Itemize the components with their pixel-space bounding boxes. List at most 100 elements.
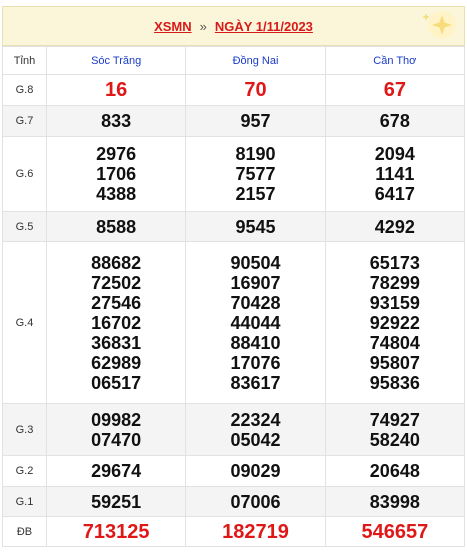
province-header: Cần Thơ: [324, 46, 466, 75]
prize-row: G.5 8588 9545 4292: [2, 211, 466, 242]
prize-number: 44044: [230, 312, 281, 333]
prize-number: 83617: [230, 372, 281, 393]
prize-cell: 65173 78299 93159 92922 74804 95807 95836: [324, 241, 466, 404]
prize-label: G.2: [2, 455, 47, 487]
prize-number: 957: [240, 111, 271, 131]
prize-number: 20648: [369, 461, 420, 481]
prize-cell: 4292: [324, 211, 466, 242]
prize-number: 88410: [230, 332, 281, 353]
prize-number: 17076: [230, 352, 281, 373]
prize-number: 7577: [235, 164, 276, 184]
table-header-row: Tỉnh Sóc Trăng Đồng Nai Cần Thơ: [2, 46, 466, 75]
prize-row: G.2 29674 09029 20648: [2, 455, 466, 487]
prize-number: 83998: [369, 491, 420, 512]
province-label-header: Tỉnh: [2, 46, 47, 75]
prize-cell: 8190 7577 2157: [185, 136, 326, 212]
prize-label: G.1: [2, 486, 47, 517]
prize-number: 90504: [230, 252, 281, 273]
prize-number: 05042: [230, 429, 281, 450]
prize-number: 4292: [374, 216, 415, 237]
prize-cell: 16: [45, 74, 187, 106]
prize-cell: 83998: [324, 486, 466, 517]
province-header: Đồng Nai: [185, 46, 326, 75]
prize-number: 95836: [369, 372, 420, 393]
prize-cell: 09029: [185, 455, 326, 487]
prize-number: 8190: [235, 144, 276, 164]
prize-row: G.7 833 957 678: [2, 105, 466, 137]
prize-number: 65173: [369, 252, 420, 273]
prize-cell: 59251: [45, 486, 187, 517]
prize-label: G.3: [2, 403, 47, 456]
prize-number: 58240: [369, 429, 420, 450]
prize-number: 88682: [91, 252, 142, 273]
prize-number: 16702: [91, 312, 142, 333]
prize-cell: 29674: [45, 455, 187, 487]
prize-number: 78299: [369, 272, 420, 293]
prize-number: 27546: [91, 292, 142, 313]
prize-number: 9545: [235, 216, 276, 237]
prize-row: G.6 2976 1706 4388 8190 7577 2157 2094 1141 6417: [2, 136, 466, 212]
prize-number: 95807: [369, 352, 420, 373]
region-link[interactable]: XSMN: [154, 19, 192, 34]
prize-number: 07470: [91, 429, 142, 450]
prize-number: 16907: [230, 272, 281, 293]
prize-number: 36831: [91, 332, 142, 353]
results-table: Tỉnh Sóc Trăng Đồng Nai Cần Thơ G.8 16 70 6…: [2, 46, 466, 547]
prize-number: 92922: [369, 312, 420, 333]
star-sparkle-icon: [422, 11, 456, 39]
prize-cell: 833: [45, 105, 187, 137]
prize-number: 09029: [230, 461, 281, 481]
prize-number: 72502: [91, 272, 142, 293]
prize-label: ĐB: [2, 516, 47, 547]
prize-cell: 74927 58240: [324, 403, 466, 456]
prize-number: 29674: [91, 461, 142, 481]
prize-number: 546657: [361, 520, 429, 543]
prize-number: 2976: [96, 144, 137, 164]
prize-number: 22324: [230, 409, 281, 430]
prize-cell: 70: [185, 74, 326, 106]
prize-cell: 2094 1141 6417: [324, 136, 466, 212]
prize-cell: 8588: [45, 211, 187, 242]
prize-cell: 07006: [185, 486, 326, 517]
prize-row: ĐB 713125 182719 546657: [2, 516, 466, 547]
prize-label: G.6: [2, 136, 47, 212]
prize-number: 16: [105, 79, 128, 101]
prize-number: 182719: [222, 520, 289, 543]
prize-number: 09982: [91, 409, 142, 430]
prize-cell: 2976 1706 4388: [45, 136, 187, 212]
prize-number: 06517: [91, 372, 142, 393]
prize-number: 62989: [91, 352, 142, 373]
prize-number: 70: [244, 79, 267, 101]
prize-number: 678: [379, 111, 410, 131]
prize-cell: 713125: [45, 516, 187, 547]
prize-cell: 957: [185, 105, 326, 137]
prize-number: 713125: [82, 520, 150, 543]
prize-number: 4388: [96, 184, 137, 204]
prize-cell: 20648: [324, 455, 466, 487]
prize-number: 07006: [230, 491, 281, 512]
lottery-results-panel: XSMN » NGÀY 1/11/2023 Tỉnh Sóc Trăng Đồn…: [0, 0, 467, 554]
prize-label: G.4: [2, 241, 47, 404]
prize-row: G.1 59251 07006 83998: [2, 486, 466, 517]
prize-row: G.4 88682 72502 27546 16702 36831 62989 06517 90…: [2, 241, 466, 404]
prize-number: 74927: [369, 409, 420, 430]
prize-number: 2157: [235, 184, 276, 204]
prize-number: 2094: [374, 144, 415, 164]
prize-number: 8588: [96, 216, 137, 237]
prize-number: 74804: [369, 332, 420, 353]
prize-cell: 9545: [185, 211, 326, 242]
prize-cell: 546657: [324, 516, 466, 547]
prize-row: G.8 16 70 67: [2, 74, 466, 106]
prize-number: 833: [101, 111, 132, 131]
prize-cell: 22324 05042: [185, 403, 326, 456]
prize-number: 1141: [375, 164, 415, 184]
prize-number: 67: [383, 79, 406, 101]
prize-label: G.5: [2, 211, 47, 242]
date-link[interactable]: NGÀY 1/11/2023: [215, 19, 313, 34]
prize-label: G.8: [2, 74, 47, 106]
prize-cell: 678: [324, 105, 466, 137]
prize-number: 93159: [369, 292, 420, 313]
prize-cell: 182719: [185, 516, 326, 547]
prize-row: G.3 09982 07470 22324 05042 74927 58240: [2, 403, 466, 456]
prize-label: G.7: [2, 105, 47, 137]
